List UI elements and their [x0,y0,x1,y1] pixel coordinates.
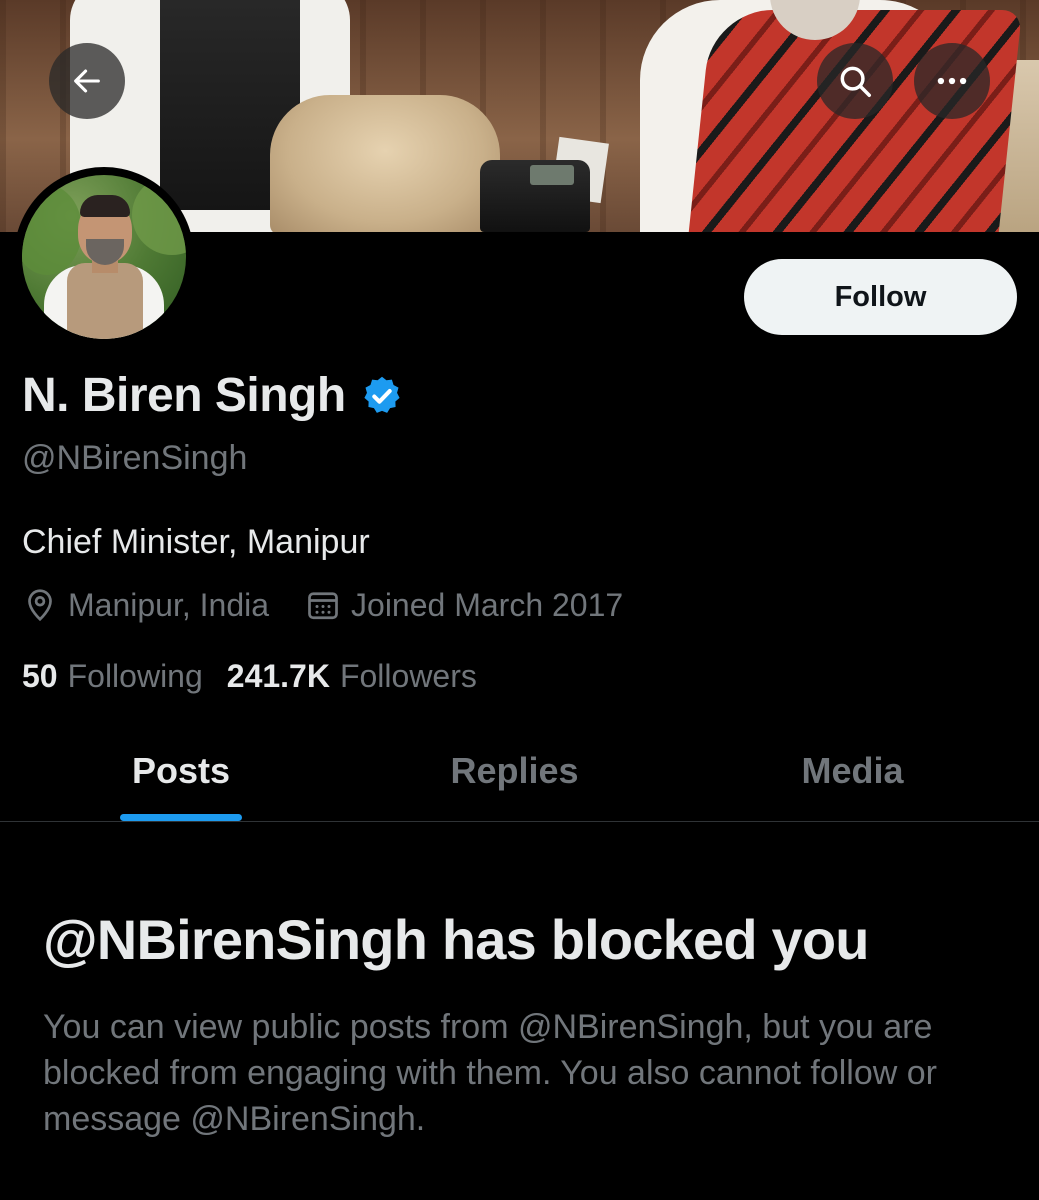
calendar-icon [308,592,338,620]
followers-count: 241.7K [226,658,330,694]
profile-meta: Manipur, India Joined March 2017 [22,583,623,627]
join-date-text: Joined March 2017 [351,587,624,623]
avatar-hair [80,195,130,217]
followers-link[interactable]: 241.7K Followers [227,654,477,698]
location-text: Manipur, India [68,587,270,623]
more-options-button[interactable] [914,43,990,119]
arrow-left-icon [74,69,100,93]
location-pin-icon [28,589,52,622]
following-label: Following [67,658,203,694]
avatar-background-foliage [132,175,186,255]
follow-button[interactable]: Follow [744,259,1017,335]
search-icon [840,66,871,97]
profile-handle: @NBirenSingh [22,439,248,477]
tab-replies[interactable]: Replies [343,722,686,820]
profile-join-date: Joined March 2017 [305,583,623,627]
blocked-title: @NBirenSingh has blocked you [43,908,869,971]
active-tab-indicator [120,814,242,821]
banner-telephone-screen [530,165,574,185]
search-button[interactable] [817,43,893,119]
tab-posts[interactable]: Posts [0,722,362,820]
display-name: N. Biren Singh [22,369,346,422]
avatar-vest [67,263,143,339]
tab-media[interactable]: Media [686,722,1019,820]
avatar[interactable] [22,175,186,339]
avatar-background-foliage [22,185,82,275]
following-link[interactable]: 50 Following [22,654,203,698]
profile-stats: 50 Following 241.7K Followers [22,654,477,698]
profile-tabs: Posts Replies Media [0,722,1039,822]
blocked-description: You can view public posts from @NBirenSi… [43,1008,937,1138]
verified-badge-icon[interactable] [360,374,404,418]
profile-name-row: N. Biren Singh [22,366,404,426]
back-button[interactable] [49,43,125,119]
profile-location: Manipur, India [22,583,269,627]
banner-sofa [270,95,500,232]
followers-label: Followers [339,658,477,694]
profile-bio: Chief Minister, Manipur [22,523,370,561]
more-horizontal-icon [937,77,967,85]
following-count: 50 [22,658,58,694]
